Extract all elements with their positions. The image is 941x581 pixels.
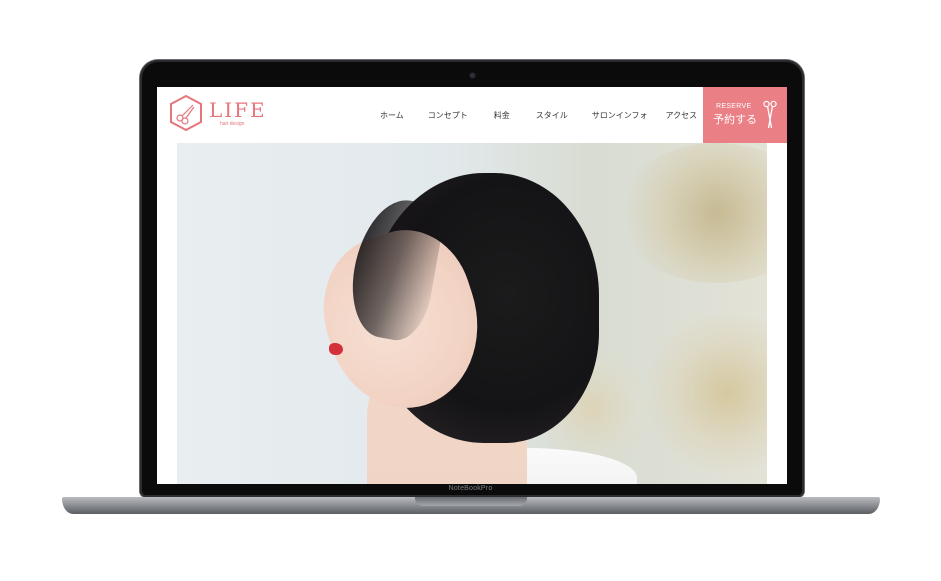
reserve-label-jp: 予約する [713, 113, 757, 127]
hero-photo [177, 143, 767, 484]
scissors-hexagon-icon [170, 94, 202, 132]
reserve-label-en: RESERVE [716, 103, 752, 111]
device-label: NoteBookPro [448, 485, 493, 492]
main-nav: ホーム コンセプト 料金 スタイル サロンインフォ アクセス [369, 87, 697, 143]
nav-item-style[interactable]: スタイル [536, 110, 568, 121]
laptop-mockup: LIFE hair design ホーム コンセプト 料金 スタイル サロンイン… [0, 0, 941, 581]
scissors-icon [763, 100, 777, 129]
model-lips [329, 343, 343, 355]
laptop-notch [415, 497, 527, 506]
logo-wordmark: LIFE [209, 97, 267, 122]
background-bokeh [647, 313, 767, 473]
site-header: LIFE hair design ホーム コンセプト 料金 スタイル サロンイン… [157, 87, 787, 143]
camera-icon [470, 73, 475, 78]
background-bokeh [617, 143, 767, 283]
nav-item-salon-info[interactable]: サロンインフォ [592, 110, 648, 121]
reserve-button[interactable]: RESERVE 予約する [703, 87, 787, 143]
nav-item-price[interactable]: 料金 [494, 110, 510, 121]
nav-item-access[interactable]: アクセス [666, 110, 698, 121]
laptop-screen: LIFE hair design ホーム コンセプト 料金 スタイル サロンイン… [157, 87, 787, 484]
site-logo[interactable]: LIFE hair design [167, 94, 267, 132]
nav-item-concept[interactable]: コンセプト [428, 110, 468, 121]
logo-tagline: hair design [220, 120, 245, 127]
nav-item-home[interactable]: ホーム [380, 110, 404, 121]
